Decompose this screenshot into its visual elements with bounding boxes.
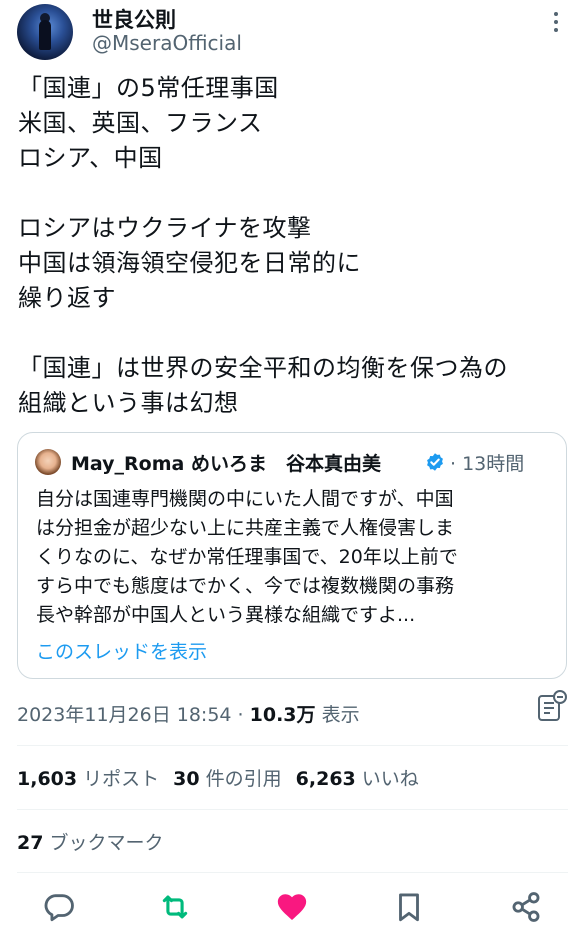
views-count: 10.3万 xyxy=(249,704,316,726)
quoted-tweet[interactable]: May_Roma めいろま 谷本真由美 · 13時間 自分は国連専門機関の中にい… xyxy=(17,432,567,679)
divider xyxy=(17,809,568,810)
bookmark-icon[interactable] xyxy=(392,890,426,924)
show-thread-link[interactable]: このスレッドを表示 xyxy=(36,637,207,664)
quotes-count: 30 xyxy=(173,768,200,790)
likes-stat[interactable]: 6,263 いいね xyxy=(296,768,419,790)
likes-count: 6,263 xyxy=(295,768,356,790)
tweet-timestamp[interactable]: 2023年11月26日 18:54 xyxy=(17,704,232,726)
quotes-label: 件の引用 xyxy=(199,768,282,790)
more-icon[interactable] xyxy=(540,6,570,36)
views-label: 表示 xyxy=(315,704,360,726)
heart-icon[interactable] xyxy=(275,890,309,924)
author-display-name[interactable]: 世良公則 xyxy=(92,4,176,34)
author-handle[interactable]: @MseraOfficial xyxy=(92,31,242,55)
meta-separator: · xyxy=(231,704,250,726)
bookmarks-count: 27 xyxy=(17,832,44,854)
reposts-stat[interactable]: 1,603 リポスト xyxy=(17,768,159,790)
verified-badge-icon xyxy=(427,453,443,471)
author-avatar[interactable] xyxy=(17,4,73,60)
quotes-stat[interactable]: 30 件の引用 xyxy=(173,768,282,790)
likes-label: いいね xyxy=(355,768,419,790)
quoted-timestamp[interactable]: · 13時間 xyxy=(450,449,524,476)
community-notes-icon[interactable] xyxy=(536,690,568,724)
reply-icon[interactable] xyxy=(42,890,76,924)
tweet-text: 「国連」の5常任理事国 米国、英国、フランス ロシア、中国 ロシアはウクライナを… xyxy=(18,74,508,417)
quoted-text: 自分は国連専門機関の中にいた人間ですが、中国 は分担金が超少ない上に共産主義で人… xyxy=(36,488,458,626)
quoted-author-name[interactable]: May_Roma めいろま 谷本真由美 xyxy=(71,449,381,476)
quoted-author-avatar[interactable] xyxy=(35,449,61,475)
repost-icon[interactable] xyxy=(158,890,192,924)
divider xyxy=(17,745,568,746)
bookmarks-stat[interactable]: 27 ブックマーク xyxy=(17,828,164,855)
reposts-label: リポスト xyxy=(77,768,160,790)
share-icon[interactable] xyxy=(509,890,543,924)
bookmarks-label: ブックマーク xyxy=(43,832,164,854)
engagement-stats: 1,603 リポスト 30 件の引用 6,263 いいね xyxy=(17,764,419,791)
divider xyxy=(17,872,568,873)
reposts-count: 1,603 xyxy=(17,768,78,790)
tweet-meta: 2023年11月26日 18:54 · 10.3万 表示 xyxy=(17,700,360,727)
